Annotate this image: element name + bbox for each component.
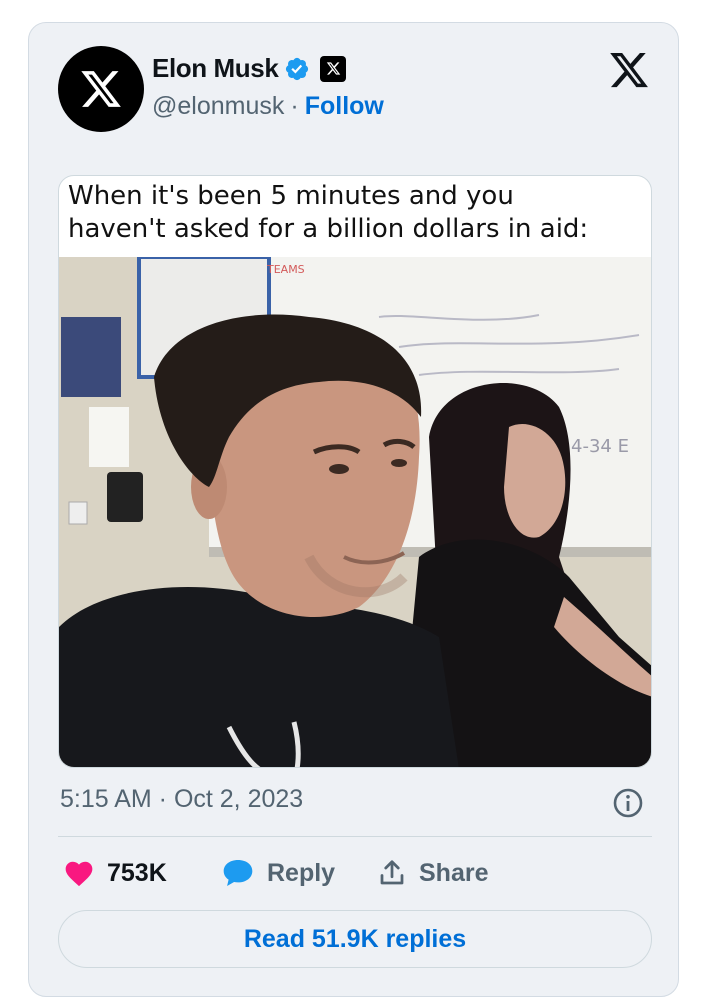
reply-label: Reply [267, 858, 336, 887]
reply-button[interactable]: Reply [221, 855, 335, 891]
like-count: 753K [107, 858, 167, 887]
author-name[interactable]: Elon Musk [152, 53, 279, 84]
meme-photo: TEAMS 4-34 E [59, 257, 651, 767]
meme-caption-line-2: haven't asked for a billion dollars in a… [68, 214, 589, 244]
info-icon[interactable] [612, 787, 644, 819]
heart-icon [65, 861, 93, 887]
x-affiliation-icon[interactable] [320, 55, 347, 82]
verified-badge-icon [286, 57, 309, 80]
meme-caption: When it's been 5 minutes and you haven't… [59, 176, 651, 257]
author-name-row: Elon Musk [152, 53, 347, 84]
tweet-card: Elon Musk @elonmusk · Follow When it's b… [28, 22, 679, 997]
x-logo-icon[interactable] [607, 49, 651, 91]
avatar[interactable] [58, 46, 144, 132]
whiteboard-tag: TEAMS [266, 263, 305, 276]
follow-button[interactable]: Follow [305, 92, 384, 121]
separator-dot: · [290, 92, 299, 120]
meme-caption-line-1: When it's been 5 minutes and you [68, 181, 514, 211]
share-label: Share [419, 858, 489, 887]
tweet-media[interactable]: When it's been 5 minutes and you haven't… [58, 175, 652, 768]
author-handle[interactable]: @elonmusk [152, 92, 284, 121]
read-replies-button[interactable]: Read 51.9K replies [58, 910, 652, 968]
share-button[interactable]: Share [377, 855, 488, 891]
like-button[interactable]: 753K [63, 855, 167, 891]
tweet-timestamp[interactable]: 5:15 AM · Oct 2, 2023 [60, 785, 303, 814]
reply-bubble-icon [223, 860, 253, 886]
author-handle-row: @elonmusk · Follow [152, 92, 384, 121]
whiteboard-note: 4-34 E [571, 436, 629, 457]
divider [58, 836, 652, 837]
x-logo-icon [81, 71, 121, 107]
share-icon [380, 860, 404, 885]
